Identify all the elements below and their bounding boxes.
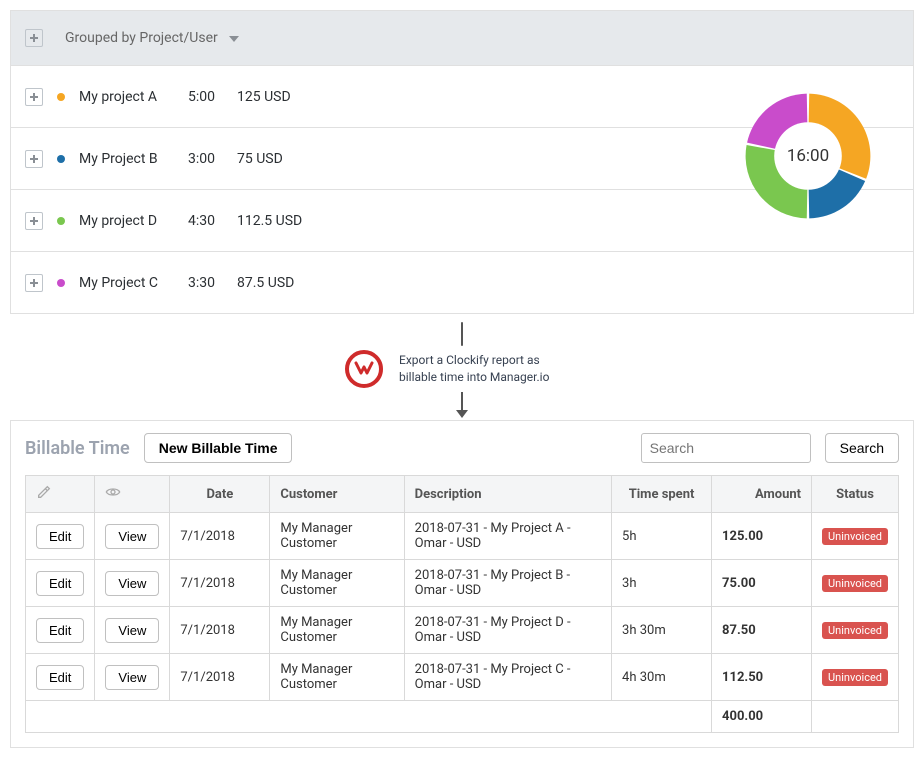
cell-customer: My Manager Customer bbox=[270, 607, 404, 654]
edit-icon bbox=[36, 484, 52, 500]
flow-arrow-down bbox=[461, 392, 463, 412]
cell-amount: 87.50 bbox=[712, 607, 812, 654]
manager-logo-icon bbox=[345, 350, 383, 388]
billable-time-table: Date Customer Description Time spent Amo… bbox=[25, 475, 899, 733]
group-by-label: Grouped by Project/User bbox=[65, 30, 218, 46]
status-badge: Uninvoiced bbox=[822, 622, 888, 639]
view-button[interactable]: View bbox=[105, 524, 159, 549]
status-badge: Uninvoiced bbox=[822, 669, 888, 686]
cell-time-spent: 3h 30m bbox=[612, 607, 712, 654]
cell-amount: 125.00 bbox=[712, 513, 812, 560]
project-name: My Project C bbox=[79, 275, 174, 291]
total-amount: 400.00 bbox=[712, 701, 812, 733]
cell-time-spent: 5h bbox=[612, 513, 712, 560]
cell-date: 7/1/2018 bbox=[170, 513, 270, 560]
cell-date: 7/1/2018 bbox=[170, 607, 270, 654]
project-hours: 3:00 bbox=[188, 151, 223, 167]
project-hours: 4:30 bbox=[188, 213, 223, 229]
clockify-report-panel: Grouped by Project/User My project A 5:00… bbox=[10, 10, 914, 314]
project-hours: 5:00 bbox=[188, 89, 223, 105]
project-name: My project D bbox=[79, 213, 174, 229]
col-amount: Amount bbox=[712, 476, 812, 513]
col-time-spent: Time spent bbox=[612, 476, 712, 513]
search-button[interactable]: Search bbox=[825, 433, 899, 463]
cell-description: 2018-07-31 - My Project B - Omar - USD bbox=[404, 560, 611, 607]
cell-amount: 75.00 bbox=[712, 560, 812, 607]
project-hours: 3:30 bbox=[188, 275, 223, 291]
export-caption: Export a Clockify report as billable tim… bbox=[399, 352, 579, 386]
total-row: 400.00 bbox=[26, 701, 899, 733]
cell-description: 2018-07-31 - My Project A - Omar - USD bbox=[404, 513, 611, 560]
project-color-dot bbox=[57, 279, 65, 287]
expand-row-button[interactable] bbox=[25, 150, 43, 168]
expand-all-button[interactable] bbox=[25, 29, 43, 47]
time-donut-chart: 16:00 bbox=[743, 91, 873, 221]
group-by-dropdown[interactable]: Grouped by Project/User bbox=[65, 30, 239, 46]
search-input[interactable] bbox=[641, 433, 811, 463]
project-amount: 125 USD bbox=[237, 89, 291, 105]
col-status: Status bbox=[812, 476, 899, 513]
cell-time-spent: 4h 30m bbox=[612, 654, 712, 701]
view-button[interactable]: View bbox=[105, 618, 159, 643]
manager-billable-time-panel: Billable Time New Billable Time Search D… bbox=[10, 420, 914, 748]
export-flow: Export a Clockify report as billable tim… bbox=[10, 322, 914, 412]
project-amount: 75 USD bbox=[237, 151, 283, 167]
new-billable-time-button[interactable]: New Billable Time bbox=[144, 433, 293, 463]
edit-button[interactable]: Edit bbox=[36, 665, 84, 690]
project-color-dot bbox=[57, 155, 65, 163]
table-row: Edit View 7/1/2018My Manager Customer2018-… bbox=[26, 560, 899, 607]
edit-button[interactable]: Edit bbox=[36, 524, 84, 549]
cell-customer: My Manager Customer bbox=[270, 560, 404, 607]
group-by-header: Grouped by Project/User bbox=[11, 11, 913, 65]
cell-time-spent: 3h bbox=[612, 560, 712, 607]
project-amount: 87.5 USD bbox=[237, 275, 294, 291]
edit-button[interactable]: Edit bbox=[36, 571, 84, 596]
chevron-down-icon bbox=[229, 36, 239, 42]
expand-row-button[interactable] bbox=[25, 212, 43, 230]
table-row: Edit View 7/1/2018My Manager Customer2018-… bbox=[26, 654, 899, 701]
eye-icon bbox=[105, 484, 121, 500]
view-column-header bbox=[95, 476, 170, 513]
col-description: Description bbox=[404, 476, 611, 513]
status-badge: Uninvoiced bbox=[822, 528, 888, 545]
flow-line-top bbox=[461, 322, 463, 346]
status-badge: Uninvoiced bbox=[822, 575, 888, 592]
project-name: My Project B bbox=[79, 151, 174, 167]
cell-amount: 112.50 bbox=[712, 654, 812, 701]
table-row: Edit View 7/1/2018My Manager Customer2018-… bbox=[26, 513, 899, 560]
project-color-dot bbox=[57, 93, 65, 101]
cell-date: 7/1/2018 bbox=[170, 654, 270, 701]
expand-row-button[interactable] bbox=[25, 88, 43, 106]
view-button[interactable]: View bbox=[105, 665, 159, 690]
cell-customer: My Manager Customer bbox=[270, 513, 404, 560]
col-customer: Customer bbox=[270, 476, 404, 513]
cell-date: 7/1/2018 bbox=[170, 560, 270, 607]
cell-description: 2018-07-31 - My Project D - Omar - USD bbox=[404, 607, 611, 654]
project-amount: 112.5 USD bbox=[237, 213, 302, 229]
expand-row-button[interactable] bbox=[25, 274, 43, 292]
view-button[interactable]: View bbox=[105, 571, 159, 596]
col-date: Date bbox=[170, 476, 270, 513]
page-title: Billable Time bbox=[25, 438, 130, 459]
project-row: My Project C 3:30 87.5 USD bbox=[11, 251, 913, 313]
donut-svg bbox=[743, 91, 873, 221]
project-color-dot bbox=[57, 217, 65, 225]
project-name: My project A bbox=[79, 89, 174, 105]
cell-description: 2018-07-31 - My Project C - Omar - USD bbox=[404, 654, 611, 701]
edit-column-header bbox=[26, 476, 95, 513]
table-row: Edit View 7/1/2018My Manager Customer2018-… bbox=[26, 607, 899, 654]
edit-button[interactable]: Edit bbox=[36, 618, 84, 643]
cell-customer: My Manager Customer bbox=[270, 654, 404, 701]
